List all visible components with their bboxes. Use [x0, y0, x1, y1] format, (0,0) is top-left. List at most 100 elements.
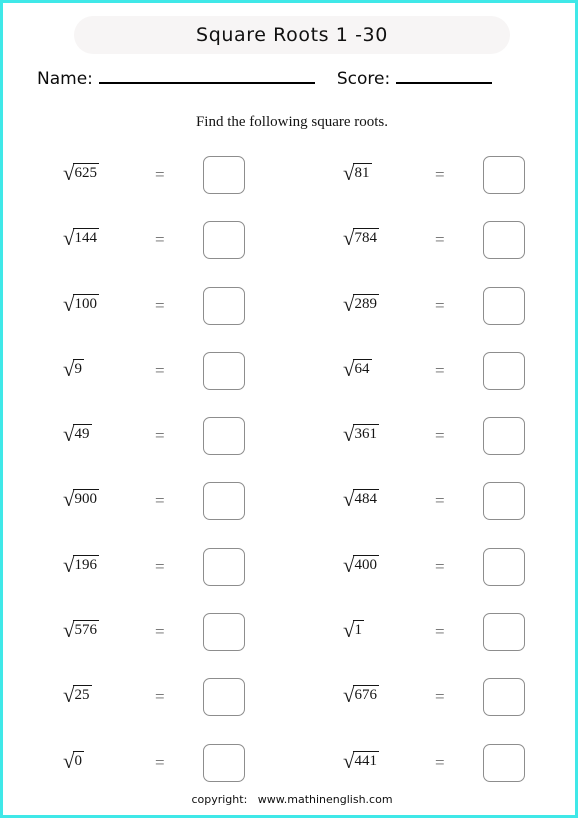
answer-box[interactable] [203, 743, 245, 782]
equals-sign: = [435, 687, 445, 707]
radicand-value: 484 [352, 489, 380, 508]
radicand-value: 81 [352, 163, 372, 181]
equals-sign: = [155, 687, 165, 707]
answer-box[interactable] [483, 613, 525, 652]
problem-14: √64 = [315, 348, 567, 413]
problem-16: √484 = [315, 478, 567, 543]
problem-row: √625 = √81 = [3, 152, 575, 217]
problem-2: √144 = [35, 217, 287, 282]
problem-6: √900 = [35, 478, 287, 543]
answer-box[interactable] [483, 156, 525, 194]
answer-box[interactable] [483, 286, 525, 325]
answer-box[interactable] [203, 417, 245, 456]
radical-expression: √25 [63, 681, 92, 707]
page-title: Square Roots 1 -30 [196, 24, 388, 46]
radicand-value: 49 [72, 424, 92, 443]
radical-expression: √196 [63, 551, 100, 577]
radicand-value: 144 [72, 228, 100, 247]
answer-box[interactable] [483, 547, 525, 586]
radicand-value: 196 [72, 554, 100, 573]
problem-grid: √625 = √81 = √144 = √784 = √100 = √289 = √9 = √64 = √49 =… [3, 152, 575, 805]
radical-expression: √64 [343, 355, 372, 381]
radical-expression: √1 [343, 616, 365, 642]
answer-box[interactable] [203, 678, 245, 717]
problem-11: √81 = [315, 152, 567, 217]
equals-sign: = [435, 491, 445, 511]
problem-18: √1 = [315, 609, 567, 674]
radical-expression: √49 [63, 420, 92, 446]
equals-sign: = [155, 295, 165, 315]
answer-box[interactable] [203, 547, 245, 586]
radicand-value: 441 [352, 750, 380, 769]
score-input-line[interactable] [396, 81, 493, 84]
radicand-value: 64 [352, 358, 372, 377]
answer-box[interactable] [483, 351, 525, 390]
radicand-value: 0 [72, 750, 85, 769]
problem-row: √576 = √1 = [3, 609, 575, 674]
problem-4: √9 = [35, 348, 287, 413]
equals-sign: = [155, 556, 165, 576]
radicand-value: 625 [72, 163, 100, 181]
problem-row: √25 = √676 = [3, 674, 575, 739]
copyright-footer: copyright: www.mathinenglish.com [191, 793, 393, 806]
answer-box[interactable] [203, 613, 245, 652]
answer-box[interactable] [483, 221, 525, 260]
name-label: Name: [37, 69, 93, 89]
equals-sign: = [155, 360, 165, 380]
answer-box[interactable] [203, 351, 245, 390]
problem-1: √625 = [35, 152, 287, 217]
radical-expression: √625 [63, 159, 100, 185]
equals-sign: = [435, 622, 445, 642]
radical-expression: √361 [343, 420, 380, 446]
name-score-row: Name: Score: [3, 69, 575, 99]
problem-row: √196 = √400 = [3, 544, 575, 609]
equals-sign: = [435, 752, 445, 772]
instruction-text: Find the following square roots. [195, 114, 389, 130]
title-banner: Square Roots 1 -30 [74, 16, 510, 54]
problem-19: √676 = [315, 674, 567, 739]
answer-box[interactable] [203, 482, 245, 521]
radicand-value: 676 [352, 685, 380, 704]
answer-box[interactable] [203, 156, 245, 194]
radical-expression: √676 [343, 681, 380, 707]
radical-expression: √9 [63, 355, 85, 381]
answer-box[interactable] [483, 417, 525, 456]
name-input-line[interactable] [98, 81, 315, 84]
radical-expression: √100 [63, 290, 100, 316]
problem-3: √100 = [35, 283, 287, 348]
radical-expression: √900 [63, 485, 100, 511]
equals-sign: = [155, 426, 165, 446]
radical-expression: √484 [343, 485, 380, 511]
equals-sign: = [435, 360, 445, 380]
equals-sign: = [155, 165, 165, 184]
problem-row: √9 = √64 = [3, 348, 575, 413]
answer-box[interactable] [203, 221, 245, 260]
radical-expression: √0 [63, 747, 85, 773]
worksheet-page: Square Roots 1 -30 Name: Score: Find the… [0, 0, 578, 818]
radical-expression: √289 [343, 290, 380, 316]
radicand-value: 900 [72, 489, 100, 508]
problem-12: √784 = [315, 217, 567, 282]
answer-box[interactable] [203, 286, 245, 325]
answer-box[interactable] [483, 678, 525, 717]
radicand-value: 9 [72, 358, 85, 377]
radicand-value: 1 [352, 620, 365, 639]
radicand-value: 25 [72, 685, 92, 704]
equals-sign: = [155, 491, 165, 511]
problem-17: √400 = [315, 544, 567, 609]
radicand-value: 400 [352, 554, 380, 573]
equals-sign: = [435, 426, 445, 446]
radicand-value: 100 [72, 293, 100, 312]
equals-sign: = [155, 230, 165, 250]
radical-expression: √784 [343, 224, 380, 250]
problem-row: √900 = √484 = [3, 478, 575, 543]
answer-box[interactable] [483, 482, 525, 521]
problem-9: √25 = [35, 674, 287, 739]
answer-box[interactable] [483, 743, 525, 782]
problem-8: √576 = [35, 609, 287, 674]
radical-expression: √441 [343, 747, 380, 773]
equals-sign: = [435, 295, 445, 315]
problem-row: √100 = √289 = [3, 283, 575, 348]
equals-sign: = [435, 165, 445, 184]
equals-sign: = [435, 556, 445, 576]
